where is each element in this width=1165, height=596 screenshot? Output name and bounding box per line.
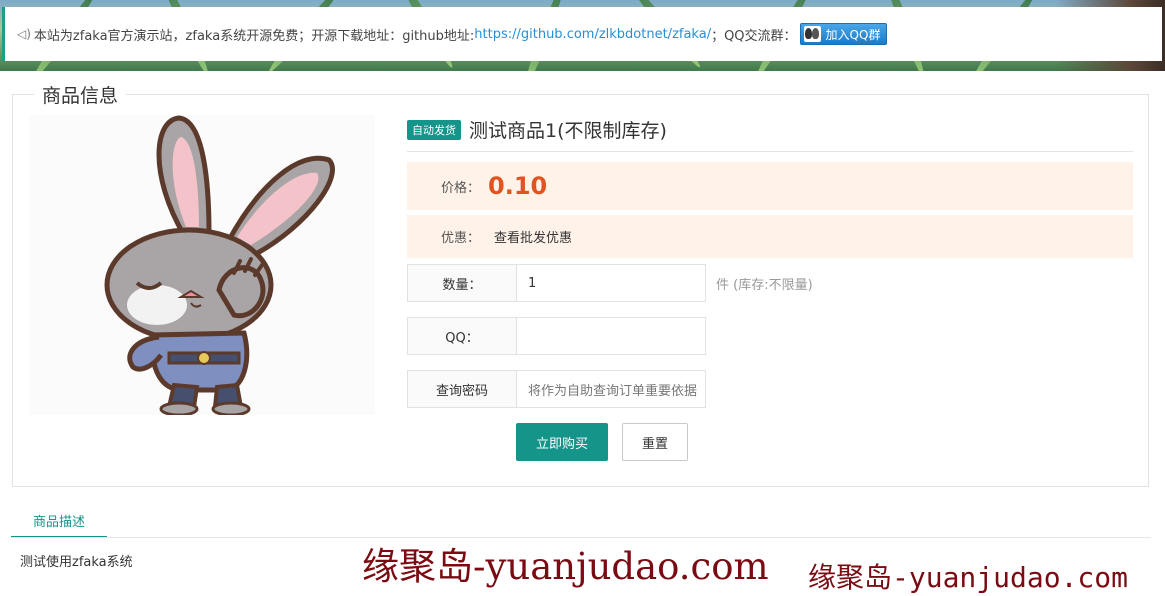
tab-description[interactable]: 商品描述 — [11, 505, 107, 538]
notice-text-prefix: 本站为zfaka官方演示站，zfaka系统开源免费；开源下载地址：github地… — [33, 28, 475, 44]
join-qq-group-label: 加入QQ群 — [825, 27, 881, 42]
qq-label: QQ： — [407, 317, 517, 355]
title-divider — [407, 151, 1133, 152]
reset-button[interactable]: 重置 — [622, 423, 688, 461]
promo-label: 优惠： — [441, 231, 481, 246]
product-image — [29, 115, 375, 417]
watermark-small: 缘聚岛-yuanjudao.com — [808, 561, 1129, 594]
join-qq-group-button[interactable]: 加入QQ群 — [799, 23, 888, 45]
price-value: 0.10 — [488, 172, 548, 200]
password-row: 查询密码 将作为自助查询订单重要依据 — [407, 370, 706, 408]
bulk-discount-link[interactable]: 查看批发优惠 — [494, 227, 572, 246]
price-label: 价格： — [441, 180, 481, 196]
quantity-label: 数量： — [407, 264, 517, 302]
watermark-large: 缘聚岛-yuanjudao.com — [362, 545, 769, 588]
speaker-icon: ◁) — [17, 27, 31, 41]
quantity-input[interactable]: 1 — [517, 264, 706, 302]
auto-delivery-badge: 自动发货 — [407, 119, 461, 140]
notice-bar: ◁) 本站为zfaka官方演示站，zfaka系统开源免费；开源下载地址：gith… — [2, 7, 1162, 61]
stock-hint: 件 (库存:不限量) — [716, 277, 813, 293]
qq-row: QQ： — [407, 317, 706, 355]
quantity-row: 数量： 1 件 (库存:不限量) — [407, 264, 813, 302]
buy-now-button[interactable]: 立即购买 — [516, 423, 608, 461]
header-banner: ◁) 本站为zfaka官方演示站，zfaka系统开源免费；开源下载地址：gith… — [0, 0, 1165, 71]
github-link[interactable]: https://github.com/zlkbdotnet/zfaka/ — [474, 27, 711, 42]
rabbit-illustration — [104, 115, 335, 417]
qq-input[interactable] — [517, 317, 706, 355]
promo-box: 优惠： 查看批发优惠 — [407, 215, 1133, 258]
product-title-row: 自动发货 测试商品1(不限制库存) — [407, 116, 667, 143]
password-input[interactable]: 将作为自助查询订单重要依据 — [517, 370, 706, 408]
qq-group-icon — [803, 26, 821, 42]
panel-title: 商品信息 — [34, 81, 127, 108]
notice-text-suffix: ；QQ交流群： — [711, 28, 797, 44]
price-box: 价格： 0.10 — [407, 162, 1133, 210]
password-label: 查询密码 — [407, 370, 517, 408]
product-title: 测试商品1(不限制库存) — [469, 120, 667, 142]
description-text: 测试使用zfaka系统 — [20, 555, 133, 570]
